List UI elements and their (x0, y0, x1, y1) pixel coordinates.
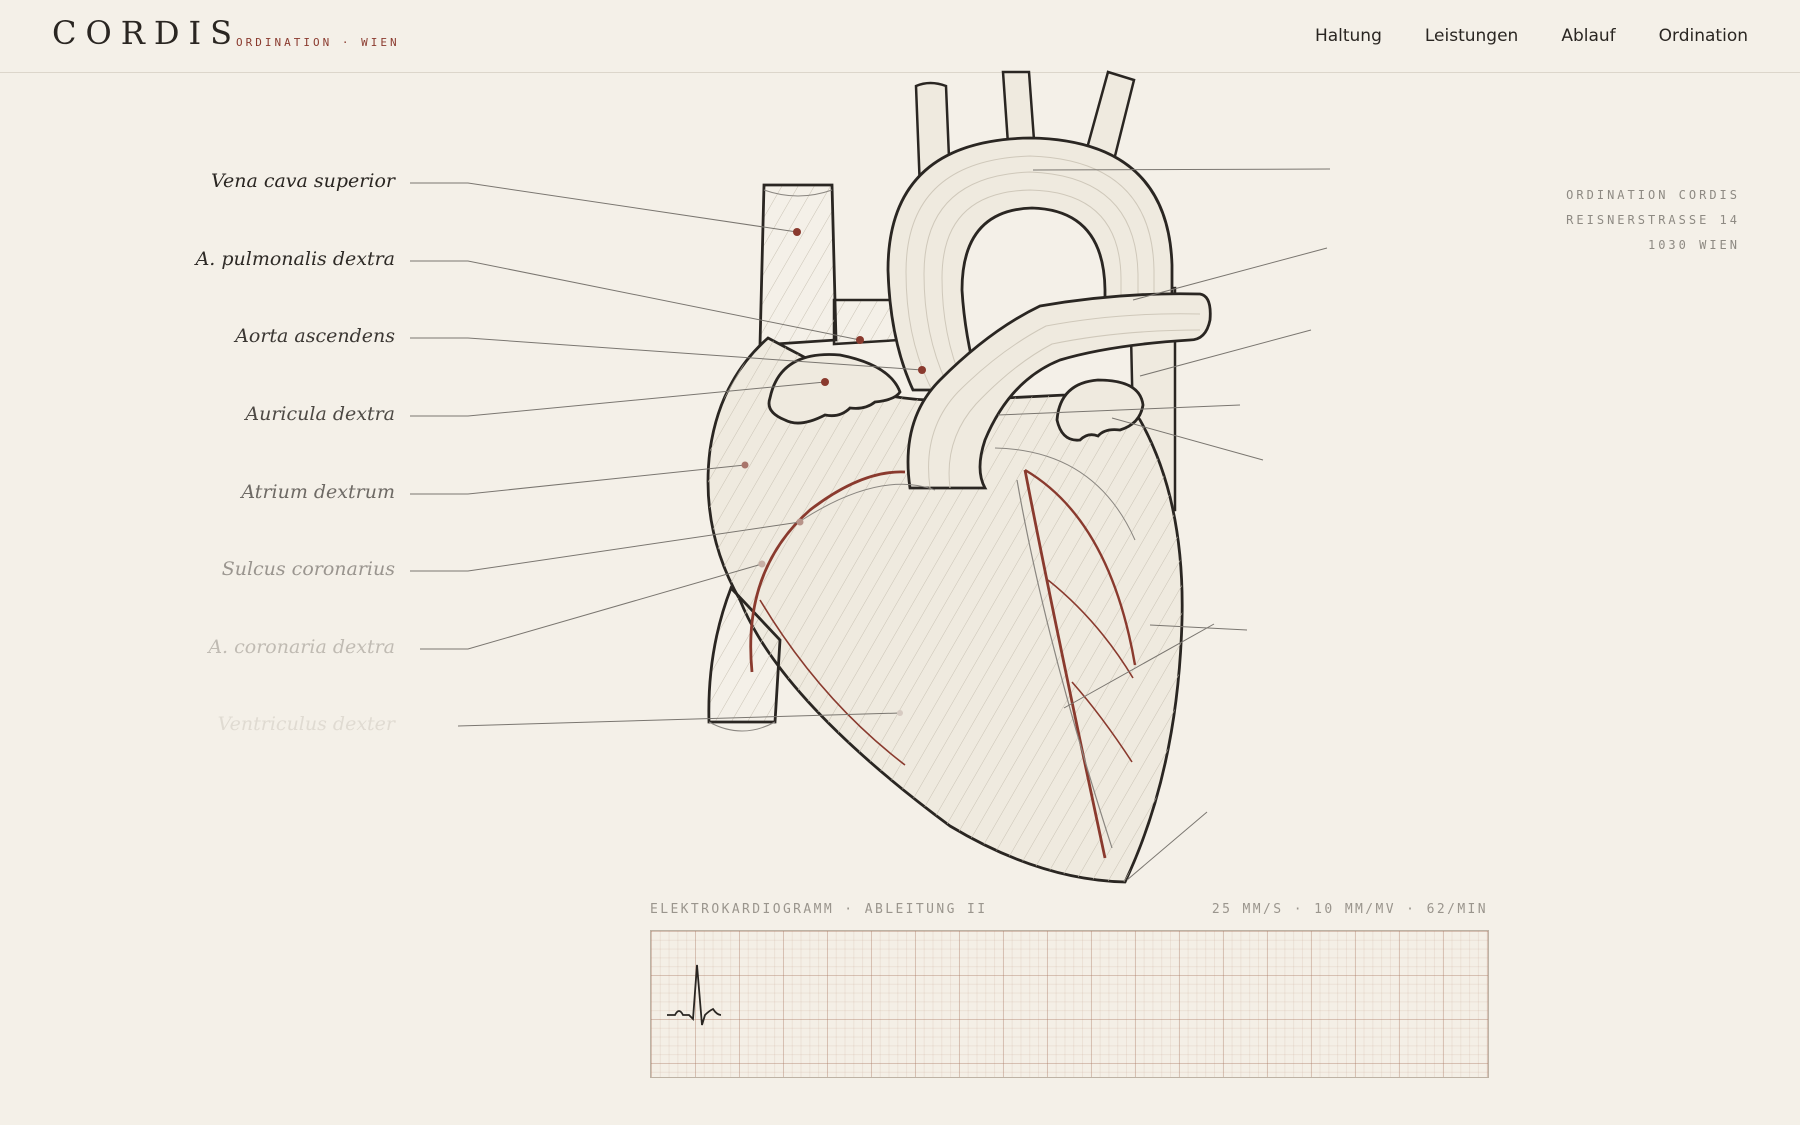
label-auricula-dextra[interactable]: Auricula dextra (135, 403, 395, 425)
marker-atrium-dextrum (741, 461, 749, 469)
leader-coronaria-dextra (420, 563, 763, 650)
marker-vena-cava-superior (793, 228, 801, 236)
label-ventriculus-dexter[interactable]: Ventriculus dexter (135, 713, 395, 735)
label-coronaria-dextra[interactable]: A. coronaria dextra (135, 636, 395, 658)
vessel-top-middle (1001, 70, 1036, 146)
ecg-strip (650, 930, 1489, 1078)
marker-coronaria-dextra (758, 560, 766, 568)
vena-cava-superior (758, 183, 838, 347)
marker-sulcus-coronarius (796, 518, 804, 526)
marker-pulmonalis-dextra (856, 336, 864, 344)
leader-vena-cava-superior (410, 182, 798, 233)
leader-atrium-dextrum (410, 464, 746, 495)
label-vena-cava-superior[interactable]: Vena cava superior (135, 170, 395, 192)
ecg-trace (667, 964, 722, 1026)
ecg-settings: 25 MM/S · 10 MM/MV · 62/MIN (1211, 902, 1488, 917)
label-pulmonalis-dextra[interactable]: A. pulmonalis dextra (135, 248, 395, 270)
marker-auricula-dextra (821, 378, 829, 386)
ecg-title: ELEKTROKARDIOGRAMM · ABLEITUNG II (650, 902, 988, 917)
marker-ventriculus-dexter (897, 710, 903, 716)
marker-aorta-ascendens (918, 366, 926, 374)
label-aorta-ascendens[interactable]: Aorta ascendens (135, 325, 395, 347)
label-atrium-dextrum[interactable]: Atrium dextrum (135, 481, 395, 503)
ecg-waveform (667, 964, 722, 1026)
label-sulcus-coronarius[interactable]: Sulcus coronarius (135, 558, 395, 580)
